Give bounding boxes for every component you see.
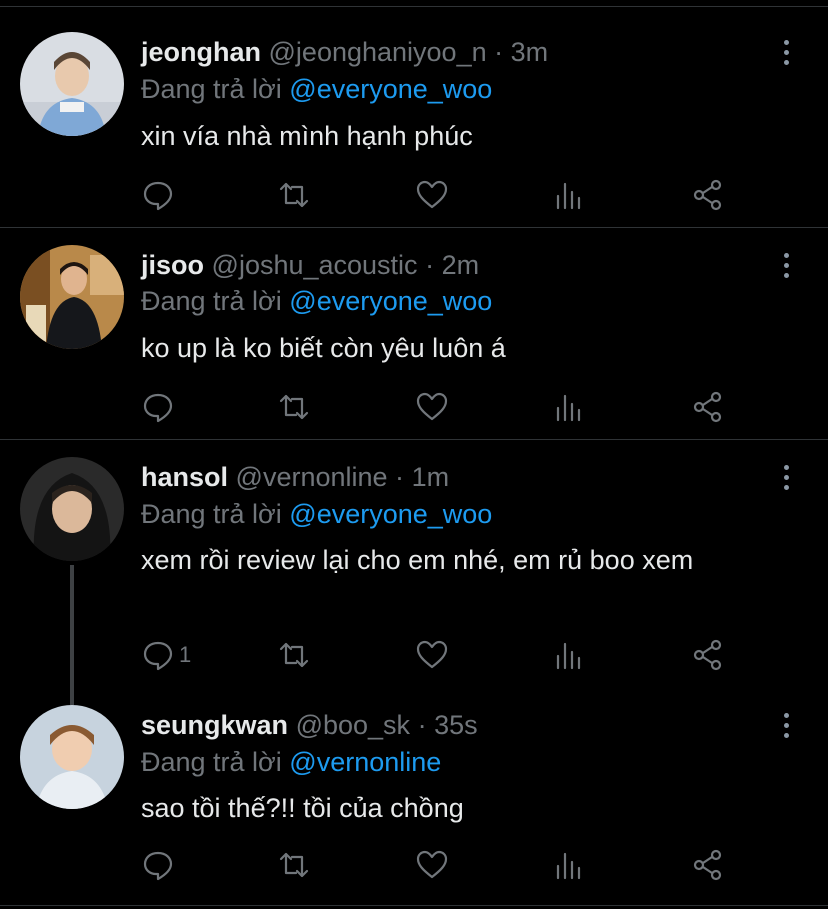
like-button[interactable] (415, 847, 449, 883)
tweet[interactable]: seungkwan @boo_sk · 35s Đang trả lời @ve… (0, 689, 828, 901)
share-button[interactable] (691, 177, 725, 213)
reply-mention[interactable]: @everyone_woo (289, 74, 492, 104)
like-button[interactable] (415, 637, 449, 673)
like-button[interactable] (415, 389, 449, 425)
tweet[interactable]: hansol @vernonline · 1m Đang trả lời @ev… (0, 439, 828, 689)
handle[interactable]: @vernonline (236, 462, 388, 492)
dot-separator: · (425, 250, 435, 280)
like-button[interactable] (415, 177, 449, 213)
tweet-text: ko up là ko biết còn yêu luôn á (141, 333, 506, 363)
display-name[interactable]: seungkwan (141, 710, 288, 740)
timestamp[interactable]: 1m (412, 462, 450, 492)
reply-prefix: Đang trả lời (141, 286, 282, 316)
analytics-button[interactable] (553, 389, 587, 425)
avatar[interactable] (20, 245, 124, 349)
reply-button[interactable] (141, 389, 179, 425)
like-icon (416, 180, 448, 209)
more-icon[interactable] (776, 710, 796, 740)
reply-prefix: Đang trả lời (141, 499, 282, 529)
share-button[interactable] (691, 847, 725, 883)
display-name[interactable]: hansol (141, 462, 228, 492)
tweet-text: xem rồi review lại cho em nhé, em rủ boo… (141, 545, 694, 575)
retweet-button[interactable] (277, 847, 311, 883)
action-bar (141, 177, 741, 217)
reply-button[interactable] (141, 177, 179, 213)
share-icon (693, 391, 722, 423)
handle[interactable]: @jeonghaniyoo_n (269, 37, 487, 67)
avatar[interactable] (20, 457, 124, 561)
share-button[interactable] (691, 389, 725, 425)
reply-prefix: Đang trả lời (141, 74, 282, 104)
timestamp[interactable]: 3m (511, 37, 549, 67)
tweet[interactable]: jeonghan @jeonghaniyoo_n · 3m Đang trả l… (0, 0, 828, 227)
reply-mention[interactable]: @everyone_woo (289, 286, 492, 316)
tweet-text: xin vía nhà mình hạnh phúc (141, 121, 473, 151)
action-bar: 1 (141, 637, 741, 677)
like-icon (416, 392, 448, 421)
dot-separator: · (395, 462, 405, 492)
reply-icon (143, 393, 173, 423)
retweet-icon (279, 852, 309, 878)
avatar[interactable] (20, 705, 124, 809)
reply-icon (143, 181, 173, 211)
analytics-icon (556, 642, 581, 670)
retweet-button[interactable] (277, 389, 311, 425)
reply-prefix: Đang trả lời (141, 747, 282, 777)
timestamp[interactable]: 35s (434, 710, 478, 740)
reply-mention[interactable]: @everyone_woo (289, 499, 492, 529)
timestamp[interactable]: 2m (442, 250, 480, 280)
retweet-icon (279, 642, 309, 668)
reply-button[interactable] (141, 847, 179, 883)
reply-button[interactable]: 1 (141, 637, 191, 673)
analytics-icon (556, 852, 581, 880)
retweet-button[interactable] (277, 637, 311, 673)
like-icon (416, 640, 448, 669)
display-name[interactable]: jisoo (141, 250, 204, 280)
retweet-icon (279, 394, 309, 420)
reply-icon (143, 641, 173, 671)
action-bar (141, 389, 741, 429)
reply-icon (143, 851, 173, 881)
share-button[interactable] (691, 637, 725, 673)
share-icon (693, 849, 722, 881)
handle[interactable]: @boo_sk (296, 710, 410, 740)
retweet-icon (279, 182, 309, 208)
like-icon (416, 850, 448, 879)
tweet-text: sao tồi thế?!! tồi của chồng (141, 793, 464, 823)
analytics-icon (556, 394, 581, 422)
handle[interactable]: @joshu_acoustic (212, 250, 418, 280)
reply-count: 1 (179, 642, 192, 667)
divider (0, 905, 828, 906)
dot-separator: · (417, 710, 427, 740)
share-icon (693, 639, 722, 671)
analytics-icon (556, 182, 581, 210)
reply-mention[interactable]: @vernonline (289, 747, 441, 777)
avatar[interactable] (20, 32, 124, 136)
more-icon[interactable] (776, 462, 796, 492)
retweet-button[interactable] (277, 177, 311, 213)
action-bar (141, 847, 741, 887)
more-icon[interactable] (776, 250, 796, 280)
share-icon (693, 179, 722, 211)
analytics-button[interactable] (553, 847, 587, 883)
display-name[interactable]: jeonghan (141, 37, 261, 67)
dot-separator: · (494, 37, 504, 67)
more-icon[interactable] (776, 37, 796, 67)
analytics-button[interactable] (553, 637, 587, 673)
analytics-button[interactable] (553, 177, 587, 213)
tweet[interactable]: jisoo @joshu_acoustic · 2m Đang trả lời … (0, 227, 828, 439)
